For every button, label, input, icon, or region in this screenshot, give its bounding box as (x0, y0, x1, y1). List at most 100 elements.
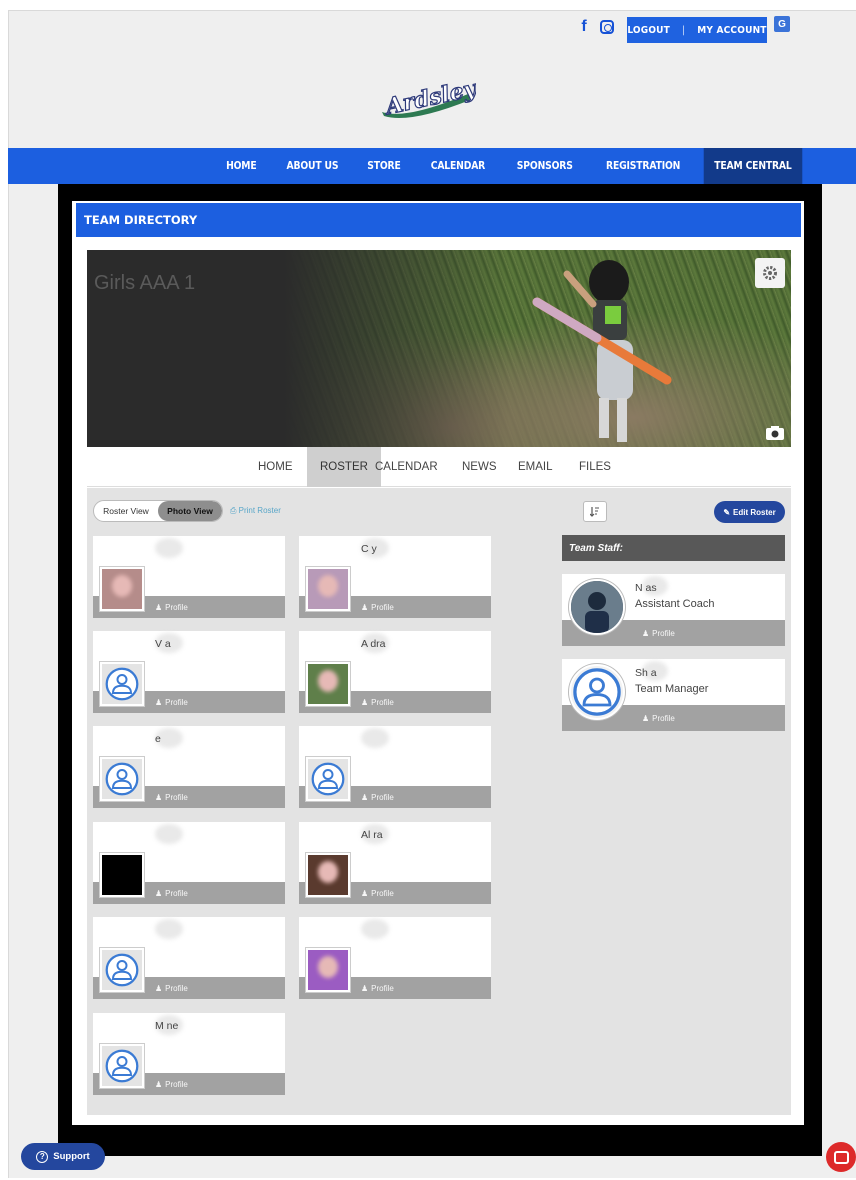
staff-name: Sh a (635, 667, 657, 679)
main-navbar: HOME ABOUT US STORE CALENDAR SPONSORS REGISTR… (8, 148, 856, 184)
player-card[interactable]: M ne ♟ Profile (93, 1013, 285, 1095)
tab-news[interactable]: NEWS (462, 447, 497, 487)
staff-card[interactable]: N as Assistant Coach ♟ Profile (562, 574, 785, 646)
help-icon: ? (36, 1150, 49, 1163)
player-card[interactable]: ♟ Profile (93, 536, 285, 618)
default-avatar-icon (105, 953, 139, 987)
player-avatar (100, 948, 144, 992)
photo-view-option[interactable]: Photo View (158, 501, 222, 521)
gear-icon[interactable] (755, 258, 785, 288)
tab-email[interactable]: EMAIL (518, 447, 553, 487)
staff-role: Team Manager (635, 683, 709, 695)
nav-item-about-us[interactable]: ABOUT US (276, 148, 349, 184)
default-avatar-icon (105, 1049, 139, 1083)
player-card[interactable]: V a ♟ Profile (93, 631, 285, 713)
player-avatar (306, 757, 350, 801)
tab-roster[interactable]: ROSTER (307, 447, 381, 487)
nav-item-home[interactable]: HOME (216, 148, 268, 184)
player-avatar (100, 757, 144, 801)
profile-link[interactable]: ♟ Profile (155, 889, 188, 898)
profile-link[interactable]: ♟ Profile (361, 793, 394, 802)
player-card[interactable]: Al ra ♟ Profile (299, 822, 491, 904)
tab-files[interactable]: FILES (579, 447, 611, 487)
user-icon: ♟ (155, 1080, 163, 1089)
profile-label: Profile (371, 603, 394, 612)
instagram-icon[interactable] (600, 20, 614, 34)
main-nav: HOME ABOUT US STORE CALENDAR SPONSORS REGISTR… (212, 148, 809, 184)
player-card[interactable]: e ♟ Profile (93, 726, 285, 808)
ardsley-logo[interactable]: Ardsley (376, 72, 476, 122)
social-links: f (578, 18, 614, 36)
nav-item-sponsors[interactable]: SPONSORS (506, 148, 583, 184)
nav-item-calendar[interactable]: CALENDAR (421, 148, 497, 184)
user-icon: ♟ (155, 984, 163, 993)
player-card[interactable]: A dra ♟ Profile (299, 631, 491, 713)
google-translate-icon[interactable]: G (774, 16, 790, 32)
profile-label: Profile (165, 984, 188, 993)
profile-link[interactable]: ♟ Profile (155, 1080, 188, 1089)
view-toggle[interactable]: Roster View Photo View (93, 500, 223, 522)
profile-label: Profile (371, 889, 394, 898)
player-card[interactable]: ♟ Profile (299, 917, 491, 999)
default-avatar-icon (105, 667, 139, 701)
profile-label: Profile (652, 629, 675, 638)
profile-link[interactable]: ♟ Profile (155, 793, 188, 802)
camera-icon[interactable] (765, 425, 785, 441)
player-card[interactable]: ♟ Profile (299, 726, 491, 808)
player-card[interactable]: C y ♟ Profile (299, 536, 491, 618)
team-staff-heading: Team Staff: (562, 535, 785, 561)
player-photo (306, 662, 350, 706)
profile-link[interactable]: ♟ Profile (642, 629, 675, 638)
edit-roster-button[interactable]: ✎ Edit Roster (714, 501, 785, 523)
blurred-face (112, 575, 132, 597)
profile-link[interactable]: ♟ Profile (361, 698, 394, 707)
blurred-face (318, 575, 338, 597)
default-avatar-icon (311, 762, 345, 796)
edit-roster-label: Edit Roster (733, 507, 776, 517)
print-roster-link[interactable]: ⎙ Print Roster (230, 506, 281, 516)
user-icon: ♟ (155, 889, 163, 898)
player-avatar (100, 662, 144, 706)
nav-item-store[interactable]: STORE (357, 148, 411, 184)
team-directory-header: TEAM DIRECTORY (76, 203, 801, 237)
profile-link[interactable]: ♟ Profile (361, 984, 394, 993)
my-account-link[interactable]: MY ACCOUNT (697, 25, 766, 36)
logout-link[interactable]: LOGOUT (627, 25, 670, 36)
pencil-icon: ✎ (723, 507, 731, 517)
sort-button[interactable] (583, 501, 607, 522)
nav-item-registration[interactable]: REGISTRATION (595, 148, 690, 184)
roster-view-option[interactable]: Roster View (94, 501, 158, 521)
player-photo (100, 567, 144, 611)
player-card[interactable]: ♟ Profile (93, 822, 285, 904)
player-card[interactable]: ♟ Profile (93, 917, 285, 999)
tab-calendar[interactable]: CALENDAR (375, 447, 438, 487)
profile-label: Profile (165, 698, 188, 707)
player-name: M ne (155, 1020, 179, 1032)
profile-link[interactable]: ♟ Profile (361, 603, 394, 612)
chat-icon[interactable] (826, 1142, 856, 1172)
profile-link[interactable]: ♟ Profile (155, 698, 188, 707)
user-icon: ♟ (642, 629, 650, 638)
support-button[interactable]: ? Support (21, 1143, 105, 1170)
staff-card[interactable]: Sh a Team Manager ♟ Profile (562, 659, 785, 731)
name-redaction (155, 919, 183, 939)
player-name: e (155, 733, 161, 745)
nav-item-team-central[interactable]: TEAM CENTRAL (703, 148, 803, 184)
profile-link[interactable]: ♟ Profile (642, 714, 675, 723)
blurred-face (318, 956, 338, 978)
user-icon: ♟ (155, 603, 163, 612)
player-photo (306, 567, 350, 611)
name-redaction (155, 824, 183, 844)
print-icon: ⎙ (230, 506, 239, 515)
profile-link[interactable]: ♟ Profile (361, 889, 394, 898)
team-banner: Girls AAA 1 (87, 250, 791, 447)
name-redaction (361, 728, 389, 748)
profile-link[interactable]: ♟ Profile (155, 603, 188, 612)
profile-link[interactable]: ♟ Profile (155, 984, 188, 993)
print-roster-label: Print Roster (238, 506, 281, 515)
player-name: C y (361, 543, 377, 555)
account-bar: LOGOUT | MY ACCOUNT (627, 17, 767, 43)
tab-home[interactable]: HOME (258, 447, 293, 487)
staff-photo (569, 579, 625, 635)
facebook-icon[interactable]: f (578, 18, 590, 36)
